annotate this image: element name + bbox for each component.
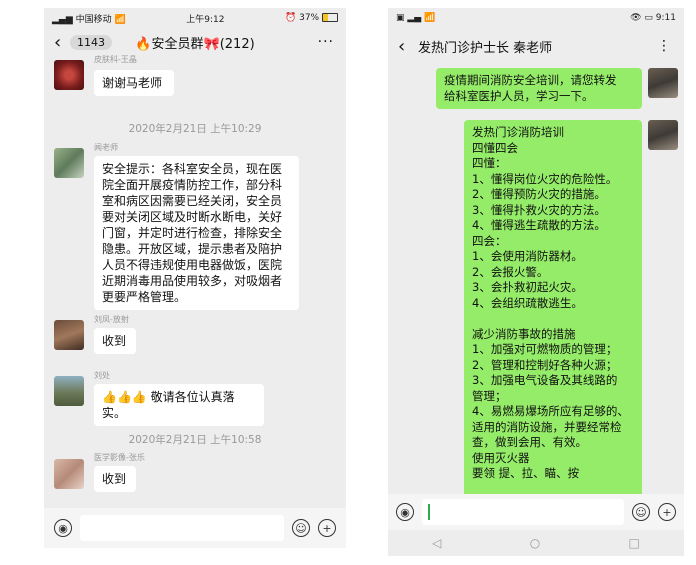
avatar[interactable] <box>648 120 678 150</box>
ribbon-icon: 🎀 <box>203 36 220 52</box>
right-phone-screen: ▣ ▂▄ 📶 👁 ▭ 9:11 ‹ 发热门诊护士长 秦老师 ⋮ 疫情期间消防安全… <box>388 8 684 556</box>
avatar[interactable] <box>54 60 84 90</box>
clock: 9:11 <box>655 13 676 23</box>
sender-name: 刘处 <box>94 371 110 380</box>
message-bubble[interactable]: 安全提示：各科室安全员，现在医 院全面开展疫情防控工作，部分科 室和病区因需要已… <box>94 156 299 310</box>
sender-name: 医学影像-张乐 <box>94 453 145 462</box>
left-phone-screen: ▂▄▆ 中国移动 📶 上午9:12 ⏰ 37% ‹ 1143 🔥安全员群🎀(21… <box>44 8 346 548</box>
back-chevron-icon[interactable]: ‹ <box>398 36 412 57</box>
timestamp: 2020年2月21日 上午10:58 <box>128 434 262 446</box>
chat-header: ‹ 1143 🔥安全员群🎀(212) ··· <box>44 28 346 56</box>
thumbs-up-icon: 👍👍👍 <box>102 390 147 404</box>
carrier-label: ▂▄▆ 中国移动 📶 <box>52 14 126 25</box>
unread-badge[interactable]: 1143 <box>70 34 112 50</box>
message-input[interactable] <box>80 515 284 541</box>
chat-header: ‹ 发热门诊护士长 秦老师 ⋮ <box>388 28 684 64</box>
message-list[interactable]: 皮肤科-王晶 谢谢马老师 2020年2月21日 上午10:29 闻老师 安全提示… <box>44 55 346 508</box>
nav-home-icon[interactable]: ○ <box>530 536 540 550</box>
back-chevron-icon[interactable]: ‹ <box>54 32 68 53</box>
input-bar: ◉ ☺ + <box>388 494 684 530</box>
sender-name: 皮肤科-王晶 <box>94 55 137 64</box>
android-nav-bar: ◁ ○ □ <box>388 530 684 556</box>
wifi-icon: 📶 <box>424 13 436 23</box>
status-bar: ▣ ▂▄ 📶 👁 ▭ 9:11 <box>388 8 684 28</box>
emoji-icon[interactable]: ☺ <box>292 519 310 537</box>
avatar[interactable] <box>54 148 84 178</box>
voice-icon[interactable]: ◉ <box>396 503 414 521</box>
message-bubble[interactable]: 谢谢马老师 <box>94 70 174 96</box>
input-bar: ◉ ☺ + <box>44 508 346 548</box>
message-bubble[interactable]: 发热门诊消防培训 四懂四会 四懂： 1、懂得岗位火灾的危险性。 2、懂得预防火灾… <box>464 120 642 510</box>
timestamp: 2020年2月21日 上午10:29 <box>128 123 262 135</box>
message-bubble[interactable]: 👍👍👍 敬请各位认真落实。 <box>94 384 264 426</box>
clock: 上午9:12 <box>186 14 225 25</box>
battery-indicator: 👁 ▭ 9:11 <box>630 13 676 23</box>
message-bubble[interactable]: 收到 <box>94 466 136 492</box>
avatar[interactable] <box>648 68 678 98</box>
avatar[interactable] <box>54 459 84 489</box>
sender-name: 刘凤-放射 <box>94 315 129 324</box>
fire-icon: 🔥 <box>135 36 152 52</box>
battery-indicator: ⏰ 37% <box>285 13 338 23</box>
more-options-icon[interactable]: ··· <box>318 34 334 50</box>
message-bubble[interactable]: 疫情期间消防安全培训，请您转发 给科室医护人员，学习一下。 <box>436 68 642 109</box>
message-list[interactable]: 疫情期间消防安全培训，请您转发 给科室医护人员，学习一下。 发热门诊消防培训 四… <box>388 64 684 510</box>
text-cursor <box>428 504 430 520</box>
nav-recents-icon[interactable]: □ <box>629 536 640 550</box>
more-options-icon[interactable]: ⋮ <box>657 38 672 54</box>
nav-back-icon[interactable]: ◁ <box>432 536 441 550</box>
chat-title: 发热门诊护士长 秦老师 <box>418 40 553 56</box>
emoji-icon[interactable]: ☺ <box>632 503 650 521</box>
battery-icon <box>321 13 338 22</box>
message-bubble[interactable]: 收到 <box>94 328 136 354</box>
signal-icon: ▣ ▂▄ 📶 <box>396 13 436 23</box>
status-bar: ▂▄▆ 中国移动 📶 上午9:12 ⏰ 37% <box>44 8 346 28</box>
message-input[interactable] <box>422 499 624 525</box>
avatar[interactable] <box>54 320 84 350</box>
sender-name: 闻老师 <box>94 143 118 152</box>
wifi-icon: 📶 <box>114 14 126 25</box>
add-icon[interactable]: + <box>318 519 336 537</box>
avatar[interactable] <box>54 376 84 406</box>
add-icon[interactable]: + <box>658 503 676 521</box>
voice-icon[interactable]: ◉ <box>54 519 72 537</box>
